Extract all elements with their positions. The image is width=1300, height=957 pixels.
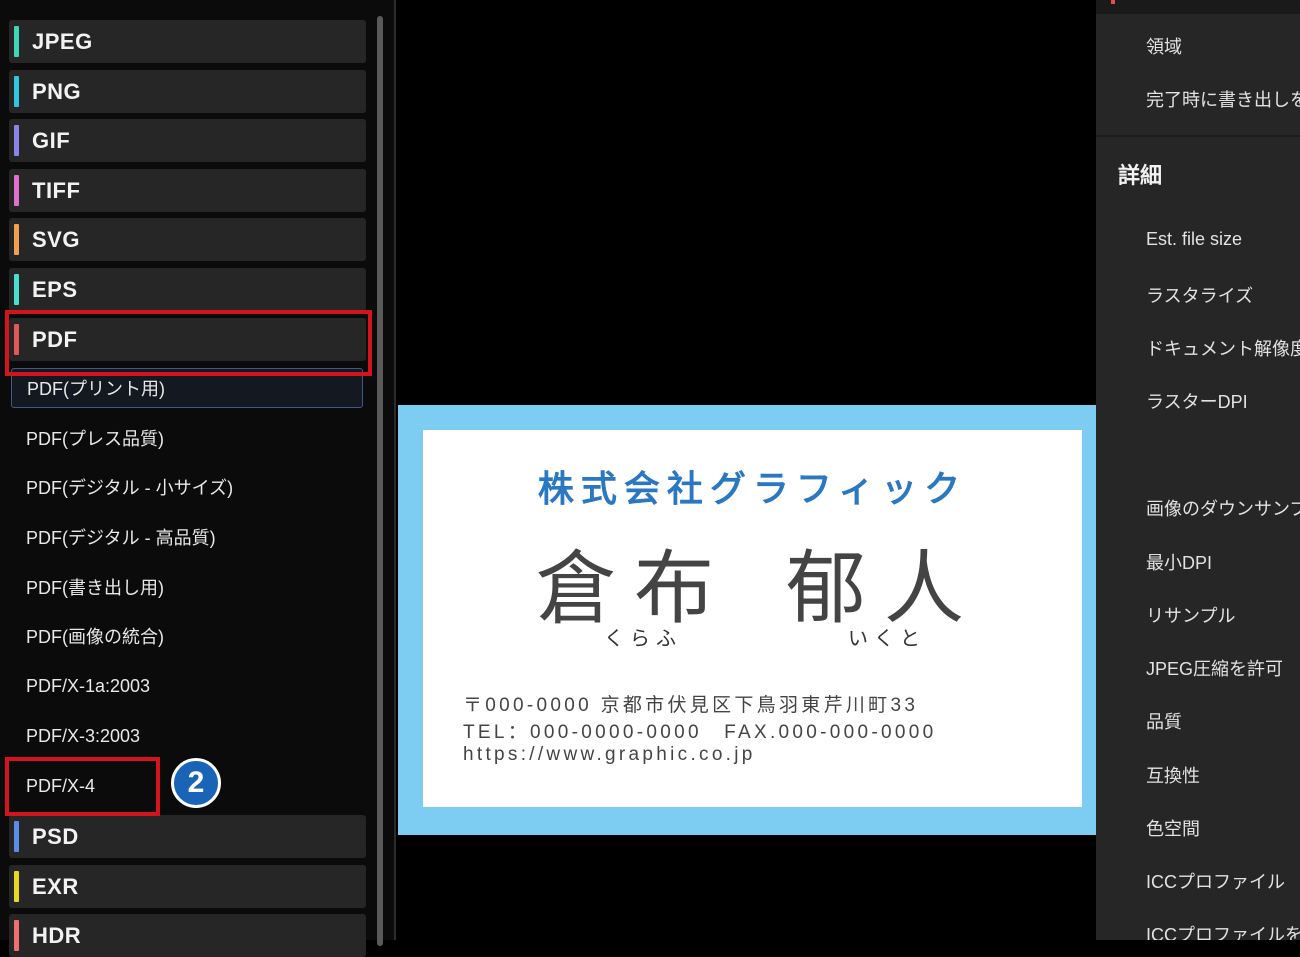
prop-color-space: 色空間 xyxy=(1146,819,1200,839)
format-color-tag xyxy=(14,274,19,305)
prop-icc-profile-embed: ICCプロファイルを xyxy=(1146,925,1300,940)
highlight-box-pdf xyxy=(5,310,372,376)
format-row-hdr[interactable]: HDR xyxy=(9,914,366,957)
format-label: PNG xyxy=(32,78,82,104)
format-color-tag xyxy=(14,871,19,902)
format-color-tag xyxy=(14,920,19,951)
list-scrollbar[interactable] xyxy=(374,12,386,946)
format-color-tag xyxy=(14,821,19,852)
preset-pdf-digital-high[interactable]: PDF(デジタル - 高品質) xyxy=(11,517,363,557)
format-label: TIFF xyxy=(32,177,81,203)
format-label: PSD xyxy=(32,823,79,849)
format-row-jpeg[interactable]: JPEG xyxy=(9,20,366,63)
prop-rasterize: ラスタライズ xyxy=(1146,286,1254,306)
given-name-reading: いくと xyxy=(848,628,926,650)
preset-pdf-flatten[interactable]: PDF(画像の統合) xyxy=(11,616,363,656)
prop-allow-jpeg-compression: JPEG圧縮を許可 xyxy=(1146,659,1284,679)
prop-area: 領域 xyxy=(1146,37,1182,57)
format-row-svg[interactable]: SVG xyxy=(9,218,366,261)
format-color-tag xyxy=(14,26,19,57)
preset-pdf-x1a[interactable]: PDF/X-1a:2003 xyxy=(11,666,363,706)
prop-document-resolution: ドキュメント解像度 xyxy=(1146,339,1300,359)
format-label: HDR xyxy=(32,922,82,948)
prop-image-downsample: 画像のダウンサンプル xyxy=(1146,499,1300,519)
export-settings-panel: 領域 完了時に書き出しを 詳細 Est. file size ラスタライズ ドキ… xyxy=(1096,0,1300,940)
details-section-title[interactable]: 詳細 xyxy=(1118,158,1162,190)
panel-header-strip xyxy=(1096,0,1300,14)
format-color-tag xyxy=(14,125,19,156)
format-row-gif[interactable]: GIF xyxy=(9,119,366,162)
business-card-bleed: 株式会社グラフィック 倉布 郁人 くらふ いくと 〒000-0000 京都市伏見… xyxy=(398,405,1096,835)
format-label: JPEG xyxy=(32,28,93,54)
prop-export-on-finish: 完了時に書き出しを xyxy=(1146,90,1300,110)
surname-reading: くらふ xyxy=(604,628,682,650)
panel-header-marker xyxy=(1111,0,1115,4)
document-preview: 株式会社グラフィック 倉布 郁人 くらふ いくと 〒000-0000 京都市伏見… xyxy=(396,0,1096,940)
format-color-tag xyxy=(14,175,19,206)
format-label: EPS xyxy=(32,276,78,302)
card-address: 〒000-0000 京都市伏見区下鳥羽東芹川町33 xyxy=(463,695,919,716)
format-list-panel: JPEG PNG GIF TIFF SVG EPS PDF PDF(プリント用)… xyxy=(0,0,396,957)
format-label: SVG xyxy=(32,226,80,252)
format-row-png[interactable]: PNG xyxy=(9,70,366,113)
format-row-psd[interactable]: PSD xyxy=(9,815,366,858)
format-row-tiff[interactable]: TIFF xyxy=(9,169,366,212)
format-row-exr[interactable]: EXR xyxy=(9,865,366,908)
prop-minimum-dpi: 最小DPI xyxy=(1146,553,1213,573)
prop-resample: リサンプル xyxy=(1146,606,1236,626)
format-label: EXR xyxy=(32,873,79,899)
format-color-tag xyxy=(14,76,19,107)
format-color-tag xyxy=(14,224,19,255)
preset-pdf-x3[interactable]: PDF/X-3:2003 xyxy=(11,716,363,756)
card-phone-fax: TEL：000-0000-0000 FAX.000-000-0000 xyxy=(463,722,937,743)
format-label: GIF xyxy=(32,127,71,153)
scrollbar-thumb[interactable] xyxy=(377,16,383,946)
prop-compatibility: 互換性 xyxy=(1146,766,1200,786)
step-number-badge: 2 xyxy=(171,758,221,808)
prop-est-file-size: Est. file size xyxy=(1146,229,1243,249)
preset-pdf-export[interactable]: PDF(書き出し用) xyxy=(11,567,363,607)
prop-raster-dpi: ラスターDPI xyxy=(1146,392,1248,412)
business-card: 株式会社グラフィック 倉布 郁人 くらふ いくと 〒000-0000 京都市伏見… xyxy=(423,430,1082,807)
prop-icc-profile: ICCプロファイル xyxy=(1146,872,1285,892)
company-name: 株式会社グラフィック xyxy=(537,468,968,509)
format-row-eps[interactable]: EPS xyxy=(9,268,366,311)
preset-pdf-digital-small[interactable]: PDF(デジタル - 小サイズ) xyxy=(11,467,363,507)
highlight-box-pdf-x4 xyxy=(5,757,160,816)
prop-quality: 品質 xyxy=(1146,712,1182,732)
card-url: https://www.graphic.co.jp xyxy=(463,744,756,765)
preset-pdf-press[interactable]: PDF(プレス品質) xyxy=(11,418,363,458)
section-separator xyxy=(1096,135,1300,137)
